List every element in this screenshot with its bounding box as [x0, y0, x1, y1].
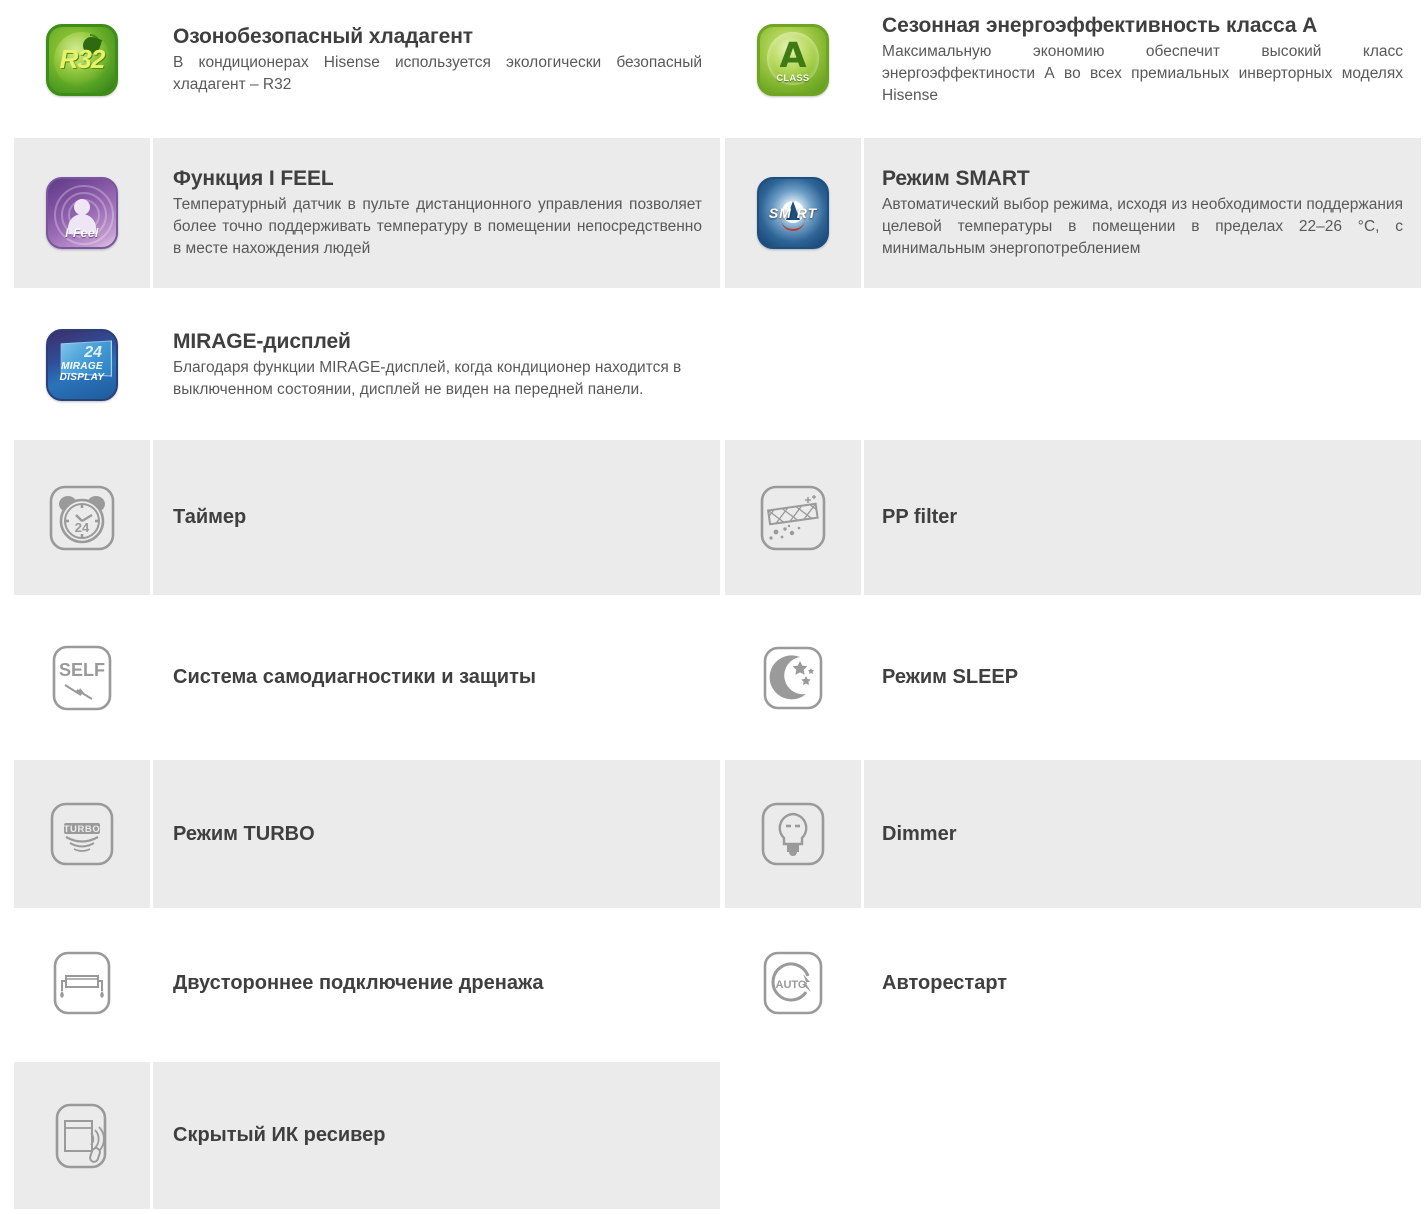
smart-mode-icon: SM RT: [757, 177, 829, 249]
light-bulb-dimmer-icon: [758, 799, 828, 869]
mirage-icon-panel: 24 MIRAGE DISPLAY: [14, 305, 150, 425]
auto-restart-icon-panel: AUTO: [725, 922, 861, 1044]
mirage-icon-label-line1: MIRAGE: [61, 361, 103, 372]
a-class-icon-sublabel: CLASS: [776, 73, 810, 83]
feature-ir-receiver: Скрытый ИК ресивер: [0, 1062, 1428, 1209]
moon-stars-sleep-icon: [758, 643, 828, 713]
hidden-ir-receiver-icon: [47, 1101, 117, 1171]
energy-class-a-icon: A CLASS: [757, 24, 829, 96]
a-class-text-panel: Сезонная энергоэффективность класса A Ма…: [864, 0, 1421, 120]
mirage-text-panel: MIRAGE-дисплей Благодаря функции MIRAGE-…: [153, 305, 720, 425]
feature-label: Скрытый ИК ресивер: [173, 1124, 386, 1146]
dimmer-text-panel: Dimmer: [864, 760, 1421, 908]
smart-icon-label: SM RT: [768, 205, 818, 221]
feature-row-1: I Feel Функция I FEEL Температурный датч…: [0, 138, 1428, 288]
feature-row-2: 24 MIRAGE DISPLAY MIRAGE-дисплей Благода…: [0, 305, 1428, 425]
sleep-text-panel: Режим SLEEP: [864, 615, 1421, 740]
feature-sleep: Режим SLEEP: [0, 615, 1428, 740]
feature-auto-restart: AUTO Авторестарт: [0, 922, 1428, 1044]
mirage-icon-label: MIRAGE DISPLAY: [48, 361, 116, 383]
auto-restart-text-panel: Авторестарт: [864, 922, 1421, 1044]
a-class-icon-panel: A CLASS: [725, 0, 861, 120]
mirage-icon-number: 24: [84, 344, 102, 361]
feature-description: Благодаря функции MIRAGE-дисплей, когда …: [173, 358, 682, 398]
pp-filter-icon-panel: [725, 440, 861, 595]
pp-filter-icon: [758, 483, 828, 553]
pp-filter-text-panel: PP filter: [864, 440, 1421, 595]
feature-row-5: TURBO Режим TURBO Dimmer: [0, 760, 1428, 908]
feature-smart: SM RT Режим SMART Автоматический выбор р…: [0, 138, 1428, 288]
feature-mirage: 24 MIRAGE DISPLAY MIRAGE-дисплей Благода…: [0, 305, 1428, 425]
feature-a-class: A CLASS Сезонная энергоэффективность кла…: [0, 0, 1428, 120]
feature-label: Авторестарт: [882, 971, 1008, 994]
smart-text-panel: Режим SMART Автоматический выбор режима,…: [864, 138, 1421, 288]
smart-icon-panel: SM RT: [725, 138, 861, 288]
feature-label: PP filter: [882, 506, 958, 528]
a-class-icon-letter: A: [779, 36, 807, 76]
feature-description: Максимальную экономию обеспечит высокий …: [882, 42, 1403, 104]
feature-title: Режим SMART: [882, 167, 1030, 191]
ir-receiver-icon-panel: [14, 1062, 150, 1209]
feature-row-0: R32 Озонобезопасный хладагент В кондицио…: [0, 0, 1428, 120]
mirage-icon-label-line2: DISPLAY: [59, 371, 105, 383]
feature-label: Dimmer: [882, 822, 957, 845]
sleep-icon-panel: [725, 615, 861, 740]
svg-text:AUTO: AUTO: [776, 979, 807, 991]
dimmer-icon-panel: [725, 760, 861, 908]
feature-title: Сезонная энергоэффективность класса A: [882, 14, 1318, 38]
features-sheet: R32 Озонобезопасный хладагент В кондицио…: [0, 0, 1428, 1214]
feature-row-7: Скрытый ИК ресивер: [0, 1062, 1428, 1209]
feature-dimmer: Dimmer: [0, 760, 1428, 908]
ir-receiver-text-panel: Скрытый ИК ресивер: [153, 1062, 720, 1209]
feature-title: MIRAGE-дисплей: [173, 330, 351, 354]
auto-restart-icon: AUTO: [758, 948, 828, 1018]
mirage-display-icon: 24 MIRAGE DISPLAY: [46, 329, 118, 401]
feature-label: Режим SLEEP: [882, 666, 1019, 688]
feature-pp-filter: PP filter: [0, 440, 1428, 595]
feature-row-4: SELF Система самодиагностики и защиты Ре…: [0, 615, 1428, 740]
feature-row-6: Двустороннее подключение дренажа AUTO Ав…: [0, 922, 1428, 1044]
feature-description: Автоматический выбор режима, исходя из н…: [882, 195, 1403, 257]
feature-row-3: 24 Таймер PP filter: [0, 440, 1428, 595]
